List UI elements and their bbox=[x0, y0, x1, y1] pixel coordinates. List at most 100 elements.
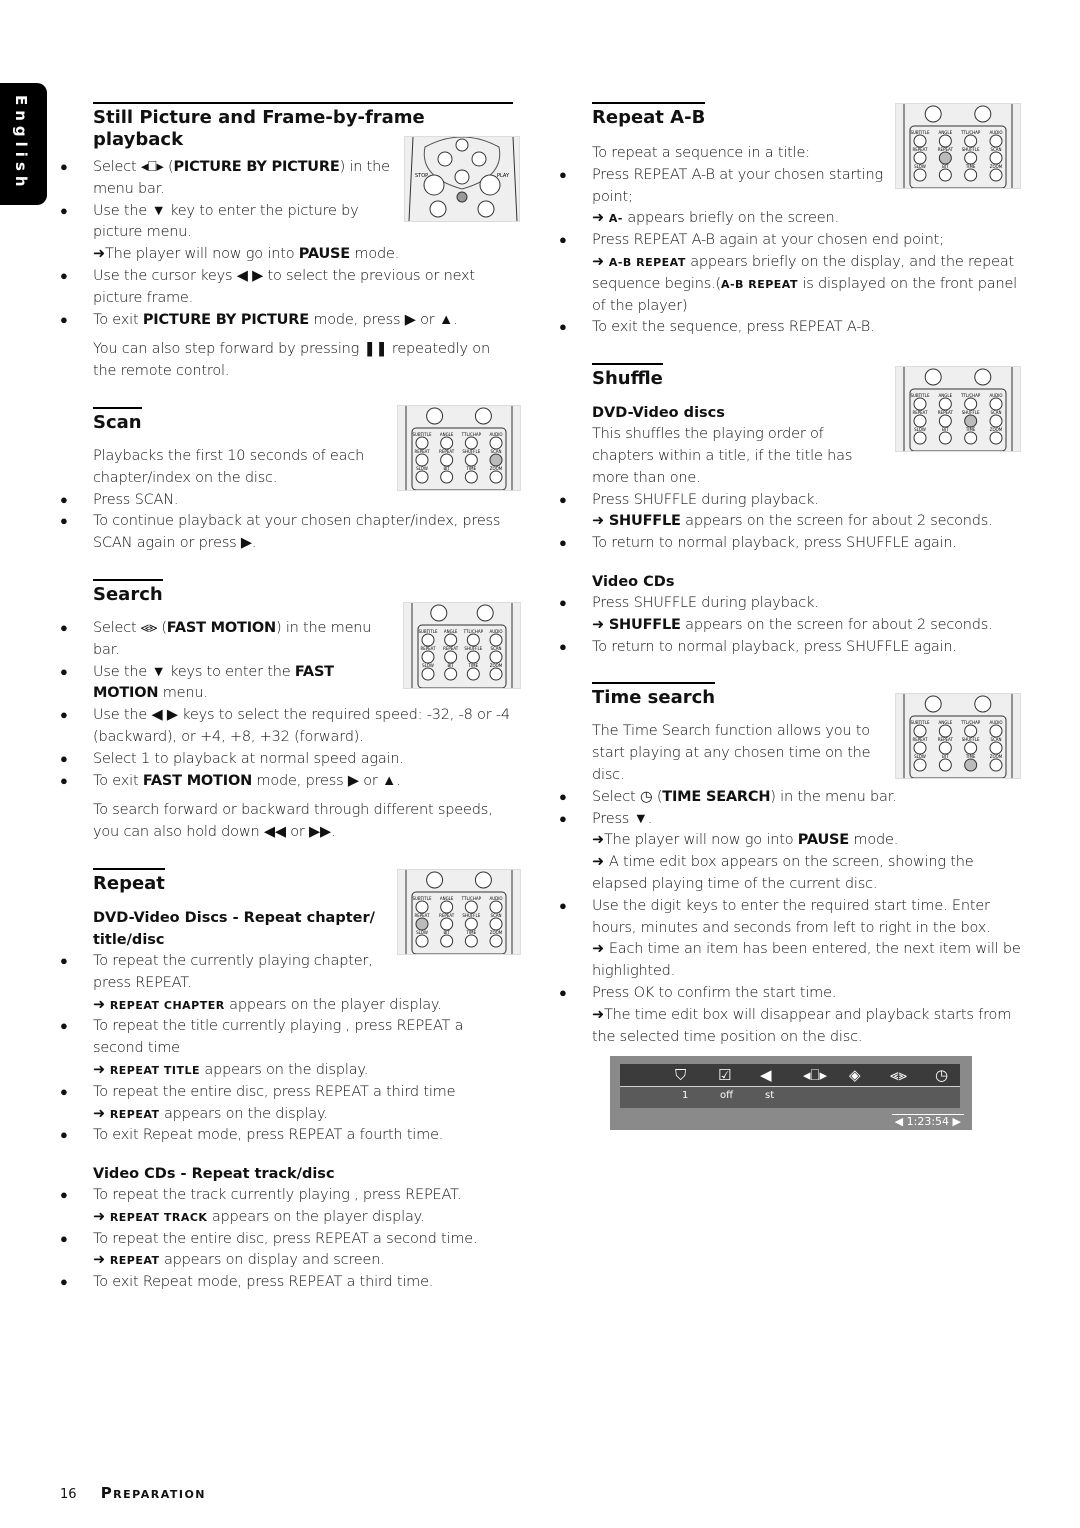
repeat-title: Repeat bbox=[93, 867, 165, 895]
still-note: You can also step forward by pressing ❚❚… bbox=[93, 341, 490, 380]
search-step-3: Use the ◀ ▶ keys to select the required … bbox=[60, 705, 513, 749]
remote-button-label: SUBTITLE bbox=[910, 720, 930, 725]
remote-button bbox=[415, 470, 429, 484]
search-step-5: To exit FAST MOTION mode, press ▶ or ▲. bbox=[60, 771, 513, 793]
shuffle-step-1: Press SHUFFLE during playback. bbox=[559, 490, 1022, 512]
remote-button-label: ANGLE bbox=[440, 432, 454, 437]
scan-title: Scan bbox=[93, 406, 142, 434]
remote-button bbox=[444, 650, 458, 664]
stop-label: STOP bbox=[415, 173, 428, 179]
remote-button-label: BIT bbox=[942, 164, 949, 169]
remote-button bbox=[989, 741, 1003, 755]
remote-button-label: TTL/CHAP bbox=[960, 393, 981, 398]
repeat-vcd-step-1: To repeat the track currently playing , … bbox=[60, 1185, 513, 1207]
remote-button bbox=[989, 168, 1003, 182]
remote-repeat-illustration: SUBTITLE ANGLE TTL/CHAP AUDIO REPEAT REPEAT SH… bbox=[397, 869, 521, 955]
remote-button bbox=[421, 650, 435, 664]
remote-button-label: TIME bbox=[965, 427, 976, 432]
section-name: Preparation bbox=[100, 1484, 207, 1502]
remote-button-label: ZOOM bbox=[490, 466, 503, 471]
osd-value-3: st bbox=[765, 1090, 775, 1101]
shuffle-vcd-result-1: ➜ SHUFFLE appears on the screen for abou… bbox=[592, 616, 993, 633]
remote-button-label: SLOW bbox=[422, 663, 434, 668]
remote-button bbox=[964, 397, 978, 411]
repeat-step-3: To repeat the entire disc, press REPEAT … bbox=[60, 1082, 513, 1104]
remote-button-label: SHUFFLE bbox=[462, 449, 480, 454]
remote-button bbox=[989, 431, 1003, 445]
time-search-icon: ◷ bbox=[935, 1066, 949, 1084]
remote-button bbox=[964, 168, 978, 182]
remote-button-label: SUBTITLE bbox=[910, 393, 930, 398]
remote-button bbox=[464, 917, 478, 931]
remote-button bbox=[913, 168, 927, 182]
time-search-result-4: ➜The time edit box will disappear and pl… bbox=[592, 1006, 1012, 1045]
remote-button bbox=[464, 934, 478, 948]
remote-button-label: SCAN bbox=[490, 449, 501, 454]
remote-button bbox=[489, 436, 503, 450]
remote-button bbox=[421, 633, 435, 647]
remote-button bbox=[464, 470, 478, 484]
remote-button-label: ANGLE bbox=[939, 130, 953, 135]
remote-button bbox=[938, 151, 952, 165]
remote-button bbox=[913, 724, 927, 738]
remote-button-label: REPEAT bbox=[912, 147, 928, 152]
remote-button-label: ANGLE bbox=[444, 629, 458, 634]
remote-button-label: SHUFFLE bbox=[462, 913, 480, 918]
page-footer: 16 Preparation bbox=[60, 1484, 206, 1502]
remote-button bbox=[444, 633, 458, 647]
shuffle-step-2: To return to normal playback, press SHUF… bbox=[559, 533, 1022, 555]
page-number: 16 bbox=[60, 1487, 77, 1502]
remote-button-label: SUBTITLE bbox=[412, 896, 432, 901]
repeat-step-1: To repeat the currently playing chapter,… bbox=[60, 951, 383, 995]
search-note: To search forward or backward through di… bbox=[93, 802, 493, 841]
remote-button-label: TIME bbox=[965, 754, 976, 759]
remote-search-illustration: SUBTITLE ANGLE TTL/CHAP AUDIO REPEAT REPEAT SH… bbox=[403, 602, 521, 689]
remote-button bbox=[938, 758, 952, 772]
remote-button-label: SCAN bbox=[490, 913, 501, 918]
remote-button bbox=[989, 397, 1003, 411]
time-search-step-1: Select ◷ (TIME SEARCH) in the menu bar. bbox=[559, 787, 1022, 809]
remote-button bbox=[489, 633, 503, 647]
search-step-1: Select ⪡⪢ (FAST MOTION) in the menu bar. bbox=[60, 618, 383, 662]
remote-button-label: SLOW bbox=[416, 466, 428, 471]
remote-button bbox=[964, 758, 978, 772]
remote-button-label: ANGLE bbox=[939, 720, 953, 725]
time-search-title: Time search bbox=[592, 682, 716, 709]
remote-button-label: TIME bbox=[468, 663, 479, 668]
remote-button bbox=[913, 741, 927, 755]
osd-value-2: off bbox=[720, 1090, 734, 1101]
remote-button-label: ANGLE bbox=[939, 393, 953, 398]
remote-button-label: BIT bbox=[443, 930, 450, 935]
time-search-intro: The Time Search function allows you to s… bbox=[592, 723, 871, 783]
remote-button bbox=[938, 741, 952, 755]
remote-button bbox=[913, 431, 927, 445]
remote-button bbox=[466, 633, 480, 647]
remote-button bbox=[964, 134, 978, 148]
remote-button bbox=[964, 414, 978, 428]
time-search-icon: ◷ bbox=[639, 788, 653, 805]
language-label: English bbox=[12, 95, 30, 192]
remote-repeat-ab-illustration: SUBTITLE ANGLE TTL/CHAP AUDIO REPEAT REPEAT SH… bbox=[895, 103, 1021, 189]
scan-intro: Playbacks the first 10 seconds of each c… bbox=[93, 447, 365, 486]
osd-value-1: 1 bbox=[682, 1090, 689, 1101]
osd-menu-bar: ⛉ ☑ ◀︎ ◂⎕▸ ◈ ⪡⪢ ◷ 1 off st ◀ 1:23:54 ▶ bbox=[610, 1056, 972, 1130]
remote-button-label: AUDIO bbox=[489, 432, 502, 437]
remote-button-label: AUDIO bbox=[489, 896, 502, 901]
still-step-1: Select ◂⎕▸ (PICTURE BY PICTURE) in the m… bbox=[60, 157, 393, 201]
remote-button bbox=[489, 917, 503, 931]
language-tab: English bbox=[0, 83, 47, 205]
repeat-vcd-result-2: ➜ REPEAT appears on display and screen. bbox=[93, 1252, 385, 1269]
remote-button bbox=[938, 134, 952, 148]
shuffle-vcd-subtitle: Video CDs bbox=[592, 573, 675, 590]
remote-button-label: AUDIO bbox=[989, 393, 1002, 398]
remote-button-label: ZOOM bbox=[990, 754, 1003, 759]
remote-button-label: SLOW bbox=[914, 754, 926, 759]
remote-button-label: REPEAT bbox=[912, 737, 928, 742]
remote-button bbox=[489, 667, 503, 681]
remote-button-label: TIME bbox=[965, 164, 976, 169]
remote-button-label: REPEAT bbox=[414, 449, 430, 454]
remote-button bbox=[489, 900, 503, 914]
repeat-ab-result-1: ➜ A- appears briefly on the screen. bbox=[592, 210, 839, 227]
checkbox-icon: ☑ bbox=[718, 1066, 732, 1084]
repeat-result-3: ➜ REPEAT appears on the display. bbox=[93, 1105, 328, 1122]
